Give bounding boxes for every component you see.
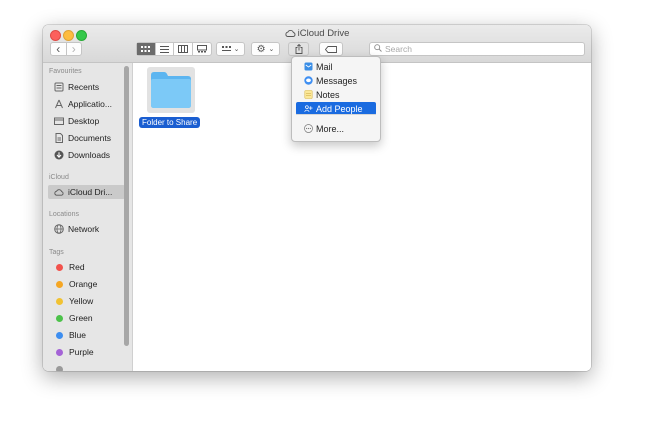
sidebar-scrollbar[interactable]	[124, 66, 129, 346]
sidebar-section-tags: Tags	[49, 249, 64, 256]
column-view-button[interactable]	[174, 43, 193, 55]
menu-item-label: Mail	[316, 61, 333, 72]
sidebar-item-label: Applicatio...	[68, 99, 112, 109]
gallery-view-button[interactable]	[193, 43, 211, 55]
window-title-text: iCloud Drive	[297, 28, 350, 39]
menu-item-label: Messages	[316, 75, 358, 86]
sidebar-item-label: Documents	[68, 133, 111, 143]
menu-item-label: More...	[316, 123, 345, 134]
folder-icon	[151, 72, 191, 108]
sidebar-item-downloads[interactable]: Downloads	[48, 148, 125, 162]
desktop-icon	[54, 116, 64, 126]
sidebar-section-locations: Locations	[49, 211, 79, 218]
search-placeholder: Search	[385, 44, 412, 54]
gear-icon: ⚙	[256, 43, 266, 55]
menu-item-mail[interactable]: Mail	[296, 60, 376, 73]
sidebar-item-icloud-drive[interactable]: iCloud Dri...	[48, 185, 125, 199]
chevron-down-icon: ⌄	[268, 46, 275, 53]
sidebar-item-label: Red	[69, 262, 85, 272]
menu-item-label: Add People	[316, 103, 363, 114]
tag-dot-icon	[56, 365, 63, 371]
column-view-icon	[177, 45, 188, 53]
tag-dot-icon	[56, 280, 63, 288]
menu-separator	[296, 114, 376, 115]
tag-icon	[325, 45, 337, 53]
sidebar-item-label: Downloads	[68, 150, 111, 160]
sidebar-item-label: Network	[68, 224, 100, 234]
applications-icon	[54, 99, 64, 109]
chevron-left-icon: ‹	[56, 42, 61, 56]
sidebar-item-label: Purple	[69, 347, 94, 357]
messages-icon	[304, 76, 313, 85]
action-button[interactable]: ⚙ ⌄	[251, 42, 280, 56]
sidebar-section-favourites: Favourites	[49, 68, 82, 75]
share-menu: Mail Messages Notes Add People More...	[291, 56, 381, 142]
tag-dot-icon	[56, 314, 63, 322]
share-button[interactable]	[288, 42, 309, 56]
icon-view-icon	[141, 45, 151, 52]
edit-tags-button[interactable]	[319, 42, 343, 56]
sidebar-item-label: Recents	[68, 82, 100, 92]
sidebar-item-label: Blue	[69, 330, 87, 340]
chevron-right-icon: ›	[71, 42, 76, 56]
group-icon	[221, 45, 231, 51]
menu-item-more[interactable]: More...	[296, 122, 376, 135]
recents-icon	[54, 82, 64, 92]
more-icon	[304, 124, 313, 133]
sidebar-item-label: Desktop	[68, 116, 100, 126]
cloud-icon	[285, 29, 296, 40]
forward-button[interactable]: ›	[67, 43, 82, 55]
cloud-icon	[54, 187, 64, 197]
add-people-icon	[304, 104, 313, 113]
sidebar-item-label: Yellow	[69, 296, 94, 306]
menu-item-notes[interactable]: Notes	[296, 88, 376, 101]
sidebar-item-label: Orange	[69, 279, 98, 289]
menu-item-label: Notes	[316, 89, 340, 100]
sidebar-item-documents[interactable]: Documents	[48, 131, 125, 145]
network-icon	[54, 224, 64, 234]
search-field[interactable]: Search	[369, 42, 585, 56]
sidebar-item-tag-blue[interactable]: Blue	[48, 328, 125, 342]
share-icon	[295, 44, 302, 54]
sidebar-item-tag-red[interactable]: Red	[48, 260, 125, 274]
nav-buttons: ‹ ›	[50, 42, 82, 56]
sidebar-item-tag-more[interactable]	[48, 362, 125, 371]
sidebar-item-tag-orange[interactable]: Orange	[48, 277, 125, 291]
folder-name-label: Folder to Share	[139, 117, 201, 128]
notes-icon	[304, 90, 313, 99]
sidebar: Favourites Recents Applicatio... Desktop…	[43, 63, 133, 371]
sidebar-item-desktop[interactable]: Desktop	[48, 114, 125, 128]
tag-dot-icon	[56, 263, 63, 271]
menu-item-messages[interactable]: Messages	[296, 74, 376, 87]
back-button[interactable]: ‹	[51, 43, 67, 55]
sidebar-item-tag-purple[interactable]: Purple	[48, 345, 125, 359]
sidebar-item-tag-yellow[interactable]: Yellow	[48, 294, 125, 308]
window-title: iCloud Drive	[43, 28, 591, 40]
sidebar-item-tag-green[interactable]: Green	[48, 311, 125, 325]
icon-view-button[interactable]	[137, 43, 156, 55]
group-by-button[interactable]: ⌄	[216, 42, 245, 56]
list-view-button[interactable]	[156, 43, 174, 55]
list-view-icon	[159, 45, 169, 53]
sidebar-item-label: iCloud Dri...	[68, 187, 113, 197]
view-mode-control	[136, 42, 212, 56]
tag-dot-icon	[56, 348, 63, 356]
sidebar-item-network[interactable]: Network	[48, 222, 125, 236]
tag-dot-icon	[56, 297, 63, 305]
chevron-down-icon: ⌄	[233, 46, 240, 53]
search-icon	[374, 44, 382, 54]
sidebar-item-label: Green	[69, 313, 93, 323]
documents-icon	[54, 133, 64, 143]
sidebar-item-applications[interactable]: Applicatio...	[48, 97, 125, 111]
mail-icon	[304, 62, 313, 71]
sidebar-item-recents[interactable]: Recents	[48, 80, 125, 94]
downloads-icon	[54, 150, 64, 160]
sidebar-section-icloud: iCloud	[49, 174, 69, 181]
gallery-view-icon	[196, 45, 207, 53]
tag-dot-icon	[56, 331, 63, 339]
